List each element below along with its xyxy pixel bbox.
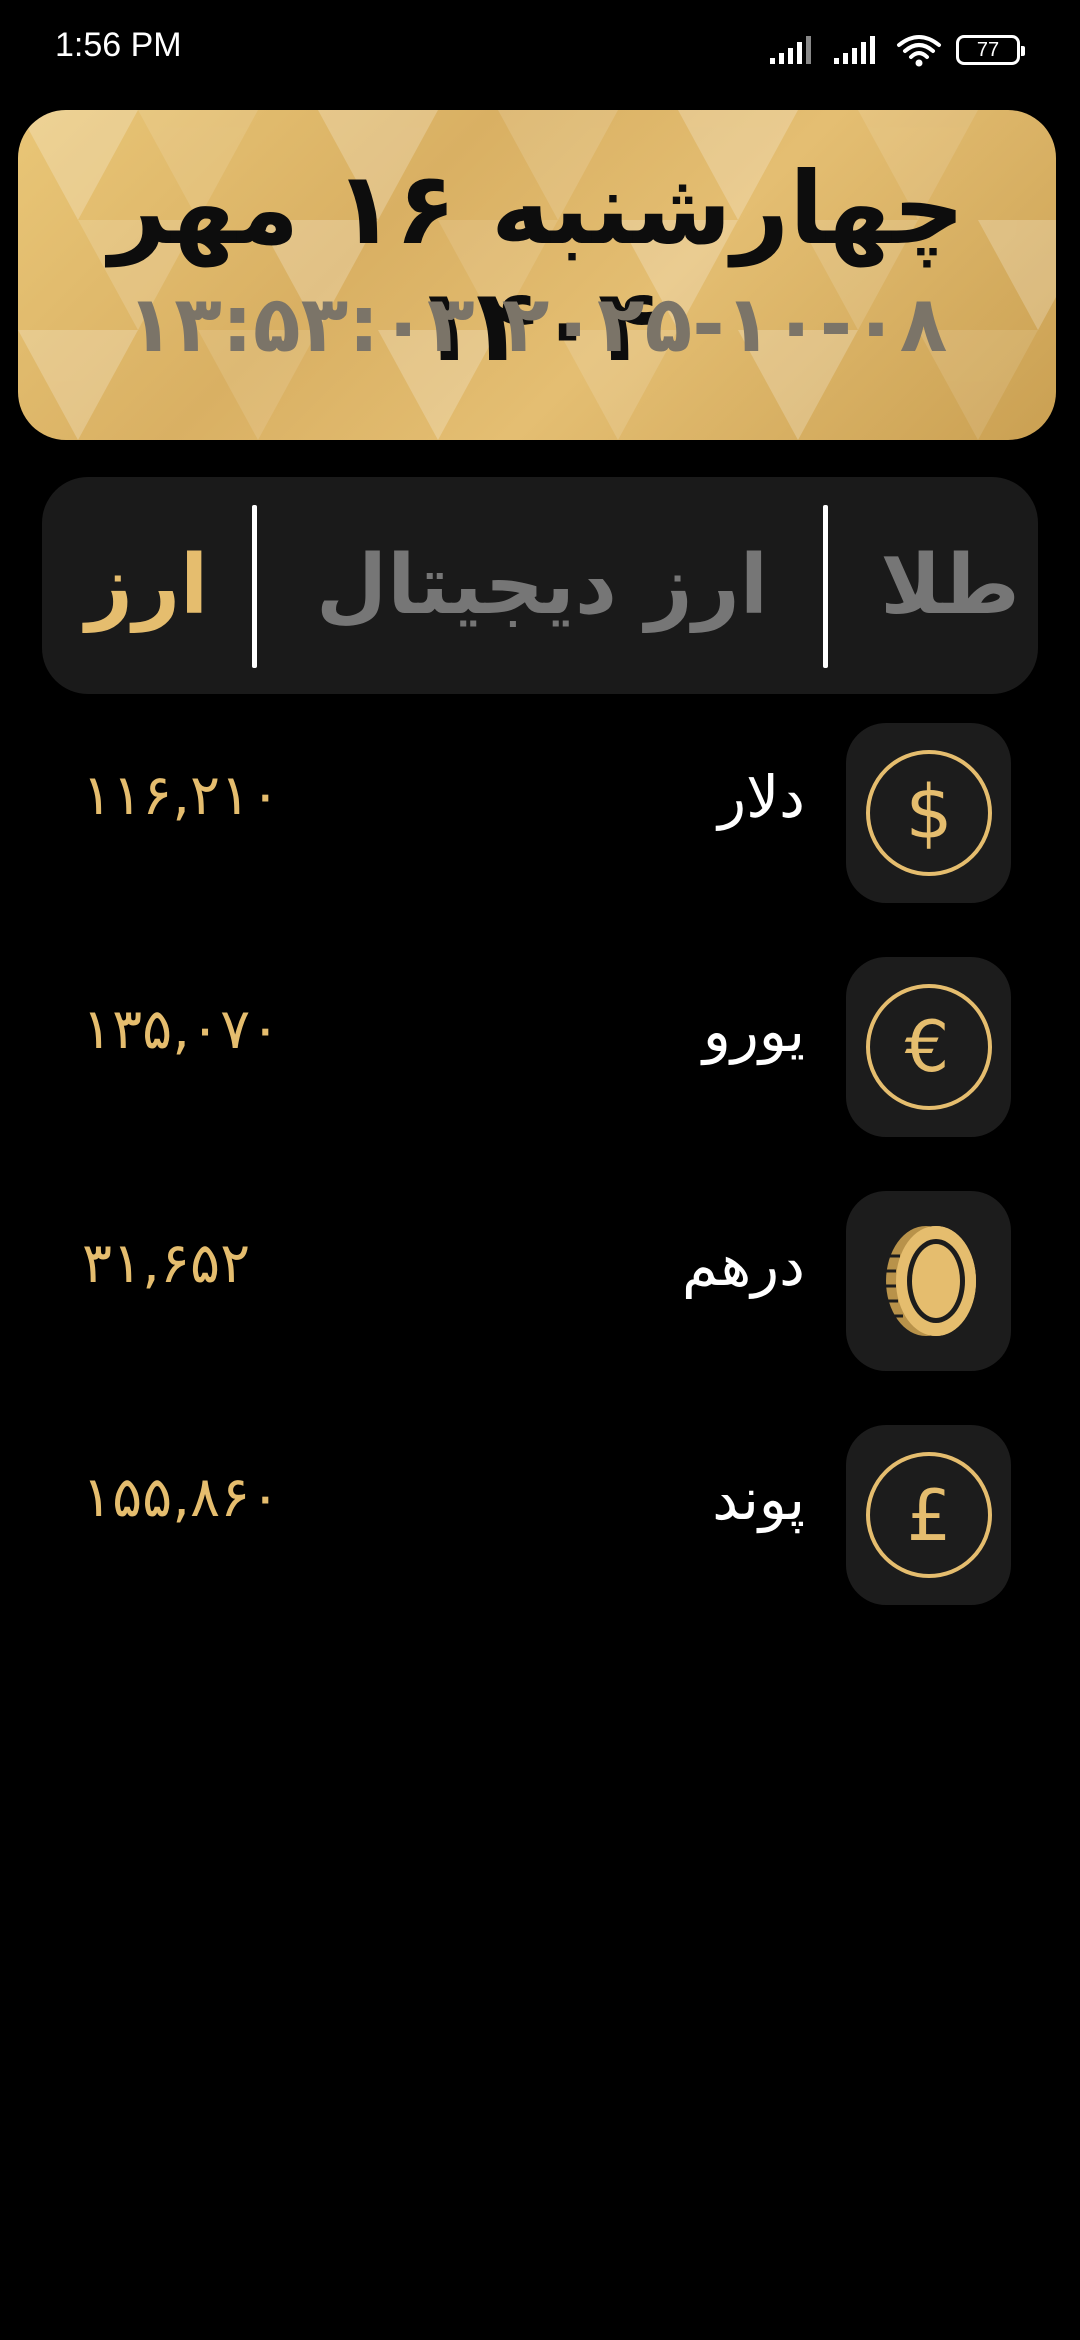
dollar-icon: $ (865, 750, 992, 876)
tab-divider (823, 505, 828, 668)
coin-icon (885, 1226, 976, 1336)
gregorian-datetime: ۲۰۲۵-۱۰-۰۸ ۱۳:۵۳:۰۳ (126, 280, 948, 370)
list-item[interactable]: € یورو ۱۳۵,۰۷۰ (0, 957, 1080, 1137)
tab-divider (252, 505, 257, 668)
currency-price: ۳۱,۶۵۲ (82, 1231, 251, 1296)
tab-crypto[interactable]: ارز دیجیتال (262, 477, 822, 694)
date-card: چهارشنبه ۱۶ مهر ۱۴۰۴ ۲۰۲۵-۱۰-۰۸ ۱۳:۵۳:۰۳ (18, 110, 1056, 440)
list-item[interactable]: £ پوند ۱۵۵,۸۶۰ (0, 1425, 1080, 1605)
tab-gold[interactable]: طلا (862, 477, 1038, 694)
euro-icon: € (865, 984, 992, 1110)
signal-icon (834, 36, 875, 64)
status-icons: 77 (768, 30, 1025, 70)
currency-name: یورو (702, 997, 805, 1065)
currency-name: پوند (712, 1465, 805, 1533)
wifi-icon (897, 35, 941, 67)
svg-text:$: $ (905, 770, 952, 856)
list-item[interactable]: درهم ۳۱,۶۵۲ (0, 1191, 1080, 1371)
battery-level: 77 (976, 38, 1000, 61)
list-item[interactable]: $ دلار ۱۱۶,۲۱۰ (0, 723, 1080, 903)
currency-price: ۱۱۶,۲۱۰ (82, 763, 281, 828)
tab-currency[interactable]: ارز (42, 477, 252, 694)
battery-icon: 77 (956, 35, 1025, 65)
currency-price: ۱۳۵,۰۷۰ (82, 997, 281, 1062)
icon-box (846, 1191, 1011, 1371)
icon-box: $ (846, 723, 1011, 903)
category-tabs: طلا ارز دیجیتال ارز (42, 477, 1038, 694)
icon-box: £ (846, 1425, 1011, 1605)
status-time: 1:56 PM (55, 26, 182, 64)
status-bar: 1:56 PM 77 (0, 0, 1080, 100)
icon-box: € (846, 957, 1011, 1137)
currency-price: ۱۵۵,۸۶۰ (82, 1465, 281, 1530)
pound-icon: £ (865, 1452, 992, 1578)
signal-icon (770, 36, 811, 64)
svg-text:£: £ (906, 1475, 951, 1557)
svg-text:€: € (904, 1006, 949, 1088)
currency-name: دلار (718, 763, 805, 831)
currency-name: درهم (681, 1231, 805, 1299)
